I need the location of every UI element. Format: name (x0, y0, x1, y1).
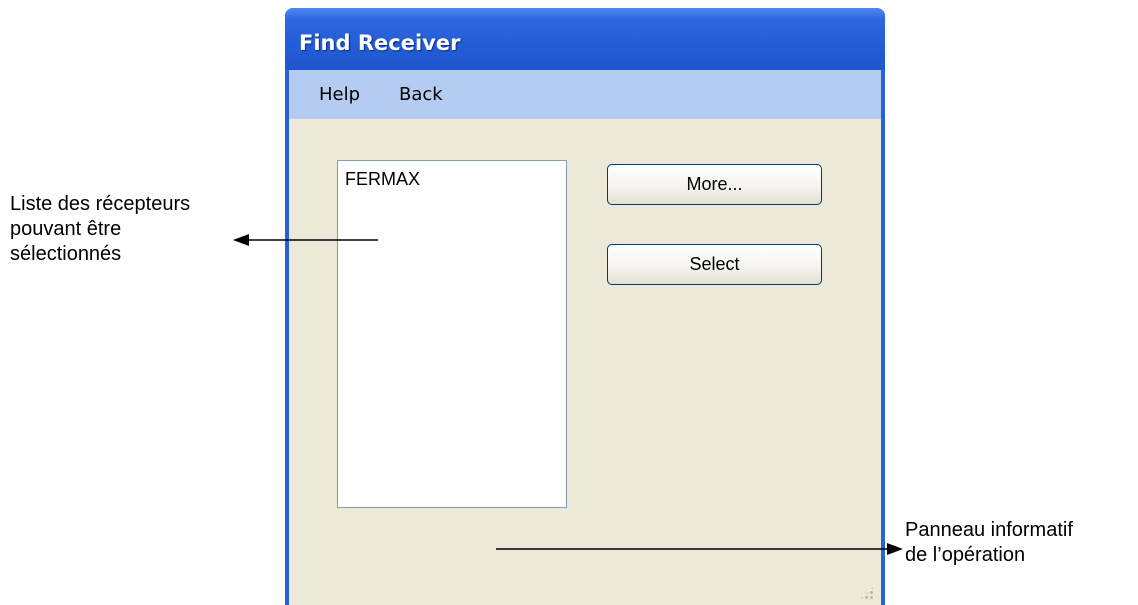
annotation-arrows (233, 234, 903, 555)
panel-pointer-arrow (496, 543, 903, 555)
list-pointer-arrow (233, 234, 378, 246)
